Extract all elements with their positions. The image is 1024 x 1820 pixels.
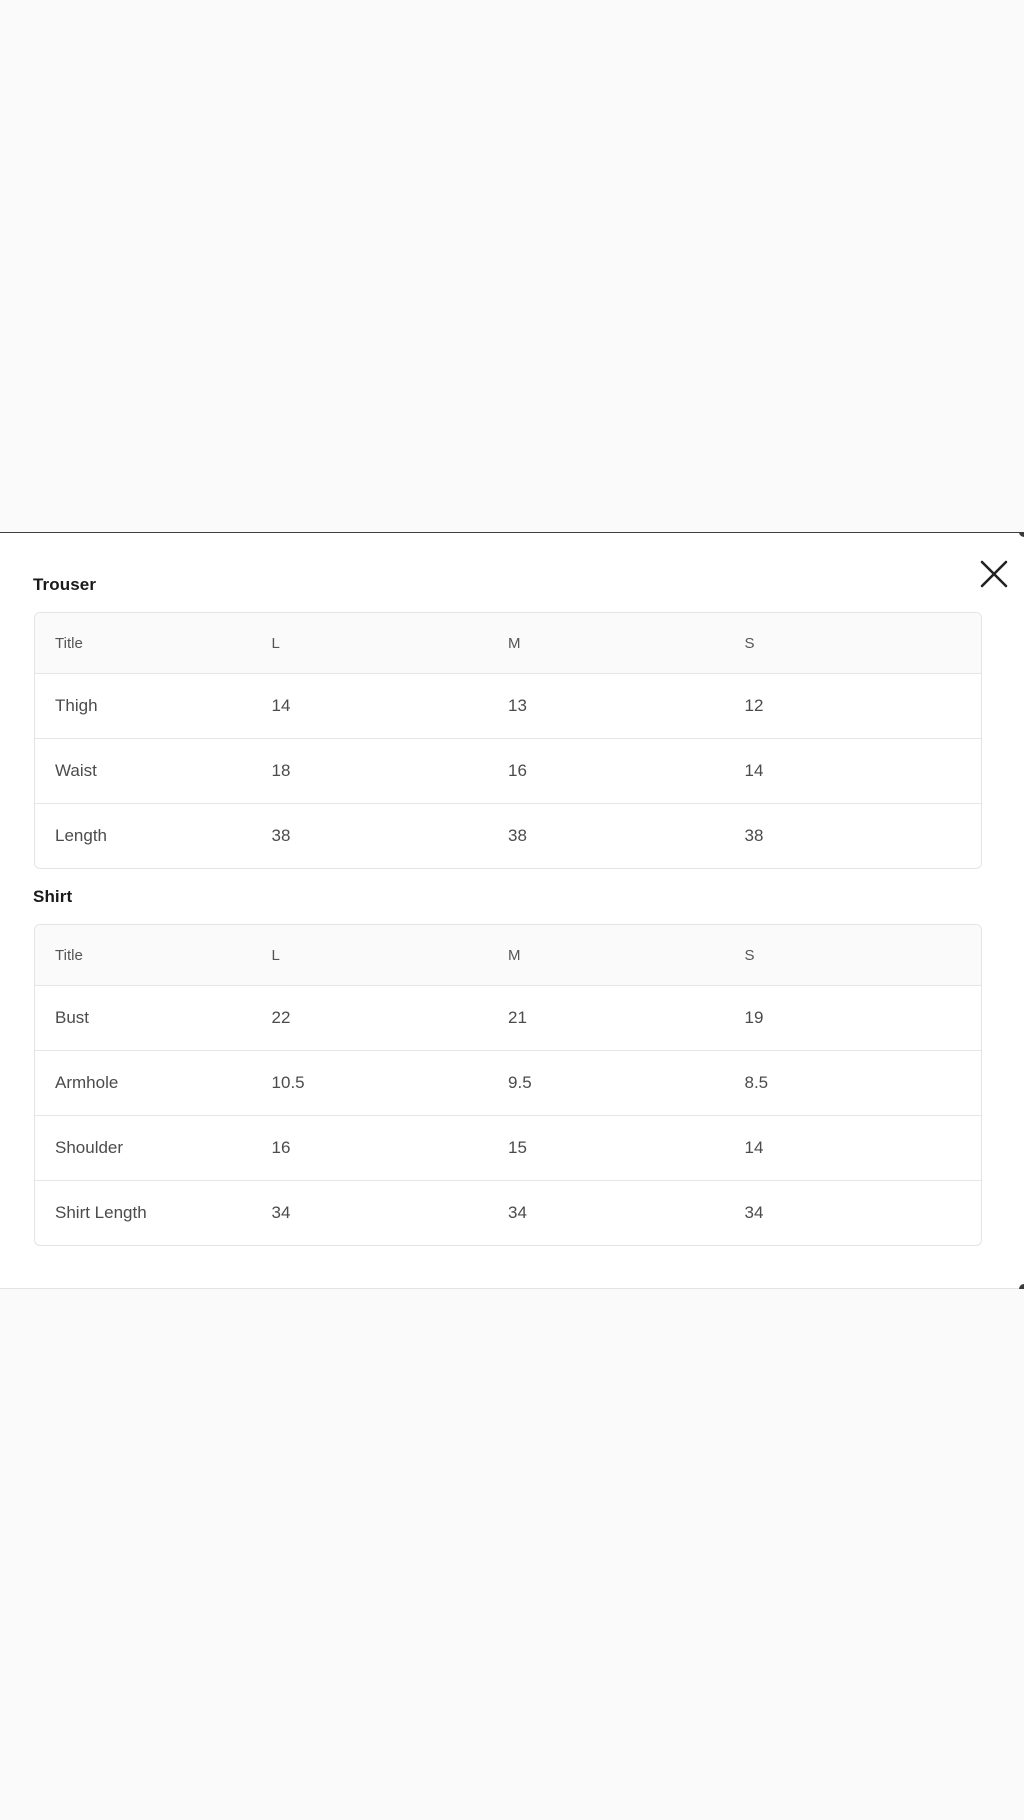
trouser-size-table: Title L M S Thigh 14 13 12 Waist 18 16 1…: [34, 612, 982, 869]
column-header: L: [271, 634, 280, 652]
table-row: Thigh 14 13 12: [35, 673, 981, 738]
cell-value: 34: [271, 1203, 291, 1222]
close-button[interactable]: [978, 558, 1010, 590]
column-header: S: [744, 946, 755, 964]
cell-value: 38: [271, 826, 291, 845]
row-label: Shoulder: [55, 1138, 124, 1157]
shirt-size-table: Title L M S Bust 22 21 19 Armhole 10.5 9…: [34, 924, 982, 1246]
table-row: Bust 22 21 19: [35, 985, 981, 1050]
cell-value: 12: [744, 696, 764, 715]
table-row: Shirt Length 34 34 34: [35, 1180, 981, 1245]
cell-value: 21: [508, 1008, 527, 1027]
table-row: Waist 18 16 14: [35, 738, 981, 803]
cell-value: 9.5: [508, 1073, 532, 1092]
column-header: M: [508, 634, 521, 652]
cell-value: 15: [508, 1138, 527, 1157]
section-title-shirt: Shirt: [33, 887, 73, 906]
cell-value: 19: [744, 1008, 764, 1027]
cell-value: 16: [508, 761, 527, 780]
close-icon: [980, 560, 1008, 588]
cell-value: 16: [271, 1138, 291, 1157]
cell-value: 14: [744, 1138, 764, 1157]
table-header-row: Title L M S: [35, 613, 981, 673]
column-header: Title: [55, 634, 83, 652]
row-label: Bust: [55, 1008, 90, 1027]
table-row: Armhole 10.5 9.5 8.5: [35, 1050, 981, 1115]
cell-value: 8.5: [744, 1073, 769, 1092]
row-label: Shirt Length: [55, 1203, 147, 1222]
cell-value: 14: [744, 761, 764, 780]
cell-value: 22: [271, 1008, 291, 1027]
row-label: Length: [55, 826, 107, 845]
cell-value: 34: [744, 1203, 764, 1222]
table-row: Length 38 38 38: [35, 803, 981, 868]
table-header-row: Title L M S: [35, 925, 981, 985]
column-header: L: [271, 946, 280, 964]
cell-value: 10.5: [271, 1073, 305, 1092]
cell-value: 14: [271, 696, 291, 715]
column-header: S: [744, 634, 755, 652]
cell-value: 18: [271, 761, 291, 780]
section-title-trouser: Trouser: [33, 575, 97, 594]
cell-value: 13: [508, 696, 527, 715]
table-row: Shoulder 16 15 14: [35, 1115, 981, 1180]
column-header: M: [508, 946, 521, 964]
row-label: Thigh: [55, 696, 98, 715]
cell-value: 34: [508, 1203, 527, 1222]
column-header: Title: [55, 946, 83, 964]
cell-value: 38: [744, 826, 764, 845]
cell-value: 38: [508, 826, 527, 845]
row-label: Armhole: [55, 1073, 119, 1092]
row-label: Waist: [55, 761, 97, 780]
